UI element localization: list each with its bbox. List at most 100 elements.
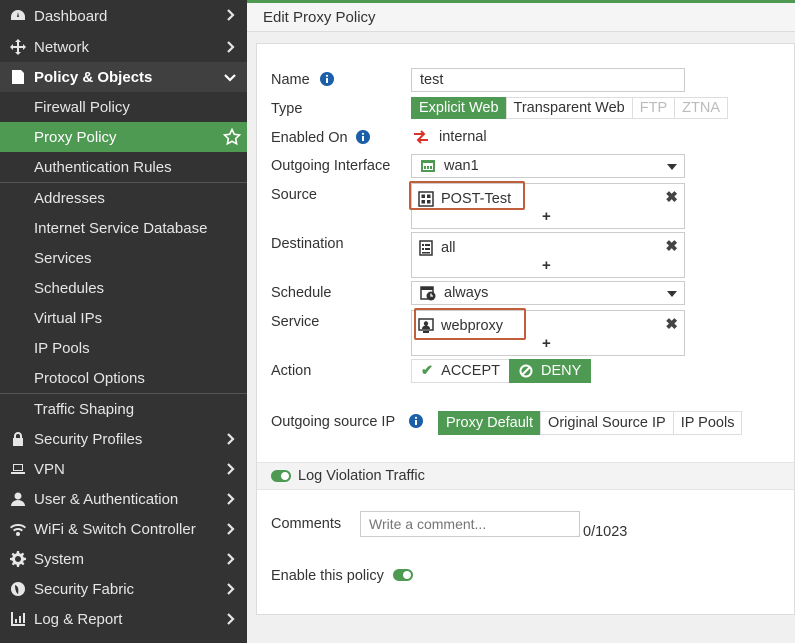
add-service-button[interactable]: + [542, 335, 551, 352]
chevron-down-icon [223, 70, 237, 84]
sidebar: Dashboard Network Policy & Objects Firew… [0, 0, 247, 643]
enabled-on-label-text: Enabled On [271, 130, 348, 146]
sub-label: Traffic Shaping [34, 400, 135, 418]
sidebar-item-virtual-ips[interactable]: Virtual IPs [0, 303, 247, 333]
chevron-right-icon [223, 522, 237, 536]
sub-label: Protocol Options [34, 369, 145, 387]
sidebar-item-protocol-options[interactable]: Protocol Options [0, 363, 247, 393]
user-icon [9, 490, 27, 508]
nav-label: VPN [34, 460, 65, 478]
chevron-right-icon [223, 552, 237, 566]
nav-system[interactable]: System [0, 544, 247, 574]
interface-icon [413, 130, 429, 144]
page-title: Edit Proxy Policy [263, 8, 376, 26]
remove-source-icon[interactable]: ✖ [665, 188, 678, 206]
info-icon[interactable] [408, 414, 423, 428]
log-violation-toggle[interactable] [271, 470, 291, 482]
type-ztna[interactable]: ZTNA [674, 97, 728, 119]
nav-network[interactable]: Network [0, 32, 247, 62]
port-icon [420, 158, 436, 174]
chevron-down-icon [667, 164, 677, 170]
sidebar-item-services[interactable]: Services [0, 243, 247, 273]
action-deny-label: DENY [540, 363, 582, 379]
info-icon[interactable] [355, 130, 370, 144]
source-ip-original[interactable]: Original Source IP [540, 411, 674, 435]
nav-wifi-switch-controller[interactable]: WiFi & Switch Controller [0, 514, 247, 544]
sidebar-item-internet-service-database[interactable]: Internet Service Database [0, 213, 247, 243]
source-ip-pools[interactable]: IP Pools [672, 411, 743, 435]
comments-counter: 0/1023 [583, 524, 628, 540]
laptop-icon [9, 460, 27, 478]
nav-label: System [34, 550, 85, 568]
sub-label: Services [34, 249, 92, 267]
sidebar-item-firewall-policy[interactable]: Firewall Policy [0, 92, 247, 122]
remove-destination-icon[interactable]: ✖ [665, 237, 678, 255]
sub-label: Proxy Policy [34, 128, 117, 146]
nav-security-fabric[interactable]: Security Fabric [0, 574, 247, 604]
destination-label: Destination [271, 236, 344, 252]
nav-dashboard[interactable]: Dashboard [0, 0, 247, 32]
wifi-icon [9, 520, 27, 538]
sidebar-item-schedules[interactable]: Schedules [0, 273, 247, 303]
checkmark-icon: ✔ [421, 363, 434, 379]
chevron-right-icon [223, 462, 237, 476]
sidebar-item-addresses[interactable]: Addresses [0, 183, 247, 213]
add-source-button[interactable]: + [542, 208, 551, 225]
enable-policy-toggle[interactable] [392, 569, 413, 581]
chevron-right-icon [223, 432, 237, 446]
chevron-right-icon [223, 40, 237, 54]
type-selector: Explicit Web Transparent Web FTP ZTNA [411, 97, 728, 119]
info-icon[interactable] [319, 72, 334, 86]
schedule-select[interactable]: always [411, 281, 685, 305]
enabled-on-label: Enabled On [271, 130, 370, 146]
type-transparent-web[interactable]: Transparent Web [505, 97, 633, 119]
outgoing-interface-select[interactable]: wan1 [411, 154, 685, 178]
sidebar-item-ip-pools[interactable]: IP Pools [0, 333, 247, 363]
outgoing-source-ip-label-text: Outgoing source IP [271, 414, 395, 430]
name-input[interactable] [411, 68, 685, 92]
type-ftp[interactable]: FTP [631, 97, 676, 119]
source-label: Source [271, 187, 317, 203]
destination-field[interactable]: all ✖ + [411, 232, 685, 278]
enable-policy-row: Enable this policy [271, 568, 413, 584]
chevron-down-icon [667, 291, 677, 297]
sidebar-item-authentication-rules[interactable]: Authentication Rules [0, 152, 247, 182]
source-ip-proxy-default[interactable]: Proxy Default [438, 411, 542, 435]
outgoing-interface-value: wan1 [444, 158, 479, 174]
star-icon[interactable] [222, 127, 242, 146]
nav-policy-objects[interactable]: Policy & Objects [0, 62, 247, 92]
nav-security-profiles[interactable]: Security Profiles [0, 424, 247, 454]
action-deny-button[interactable]: DENY [508, 359, 592, 383]
chevron-right-icon [223, 492, 237, 506]
lock-icon [9, 430, 27, 448]
add-destination-button[interactable]: + [542, 257, 551, 274]
log-violation-label: Log Violation Traffic [298, 468, 425, 484]
nav-label: Log & Report [34, 610, 123, 628]
name-label-text: Name [271, 72, 310, 88]
sub-label: IP Pools [34, 339, 90, 357]
chevron-right-icon [223, 582, 237, 596]
sub-label: Addresses [34, 189, 105, 207]
schedule-label: Schedule [271, 285, 332, 301]
dashboard-icon [9, 7, 27, 25]
source-highlight-box [409, 181, 525, 210]
type-label: Type [271, 101, 303, 117]
nav-user-authentication[interactable]: User & Authentication [0, 484, 247, 514]
action-selector: ✔ ACCEPT DENY [411, 359, 592, 383]
chevron-right-icon [223, 8, 237, 22]
sub-label: Authentication Rules [34, 158, 172, 176]
nav-vpn[interactable]: VPN [0, 454, 247, 484]
service-highlight-box [414, 308, 526, 340]
remove-service-icon[interactable]: ✖ [665, 315, 678, 333]
action-accept-button[interactable]: ✔ ACCEPT [411, 359, 510, 383]
sidebar-item-traffic-shaping[interactable]: Traffic Shaping [0, 394, 247, 424]
destination-entry[interactable]: all [418, 237, 456, 259]
comments-textarea[interactable] [360, 511, 580, 537]
calendar-clock-icon [420, 285, 436, 301]
sidebar-item-proxy-policy[interactable]: Proxy Policy [0, 122, 247, 152]
nav-label: WiFi & Switch Controller [34, 520, 196, 538]
service-label: Service [271, 314, 320, 330]
type-explicit-web[interactable]: Explicit Web [411, 97, 507, 119]
nav-log-report[interactable]: Log & Report [0, 604, 247, 634]
destination-value: all [441, 240, 456, 256]
